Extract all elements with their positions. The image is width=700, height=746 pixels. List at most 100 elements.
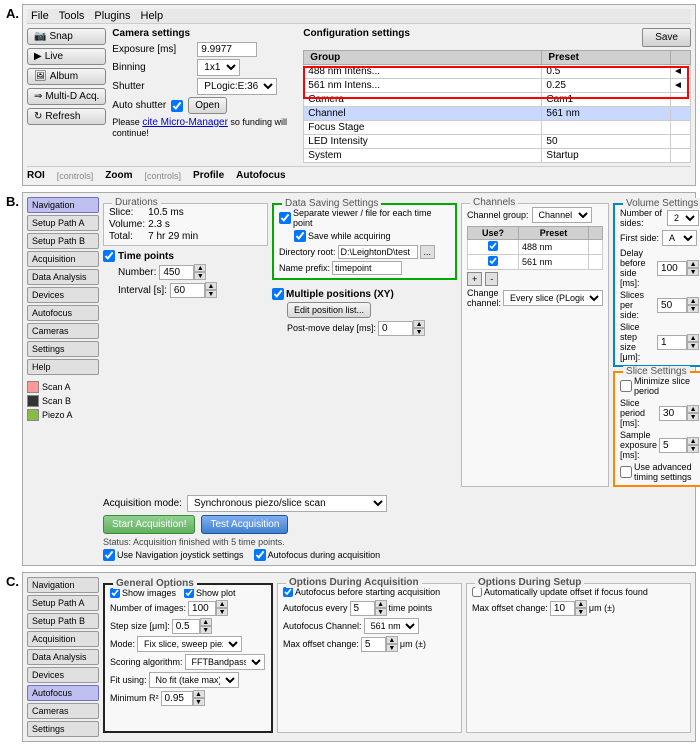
- period-input[interactable]: [659, 406, 687, 421]
- c-nav-data-analysis[interactable]: Data Analysis: [27, 649, 99, 665]
- c-nav-cameras[interactable]: Cameras: [27, 703, 99, 719]
- auto-update-checkbox[interactable]: [472, 587, 482, 597]
- step-size-down[interactable]: ▼: [200, 626, 212, 634]
- num-sides-select[interactable]: 2: [667, 210, 699, 226]
- autofocus-every-input[interactable]: [350, 601, 375, 616]
- acquisition-mode-select[interactable]: Synchronous piezo/slice scan: [187, 495, 387, 512]
- show-plot-checkbox[interactable]: [184, 588, 194, 598]
- interval-input[interactable]: [170, 283, 205, 298]
- time-points-checkbox[interactable]: [103, 250, 115, 262]
- config-row-system[interactable]: System Startup: [304, 149, 691, 163]
- nav-settings[interactable]: Settings: [27, 341, 99, 357]
- num-images-input[interactable]: [188, 601, 216, 616]
- edit-position-button[interactable]: Edit position list...: [287, 302, 371, 318]
- min-r2-input[interactable]: [161, 691, 193, 706]
- snap-button[interactable]: 📷Snap: [27, 28, 106, 45]
- slice-step-up[interactable]: ▲: [687, 334, 699, 342]
- sample-exp-down[interactable]: ▼: [687, 445, 699, 453]
- remove-channel-button[interactable]: -: [485, 272, 498, 286]
- nav-setup-path-b[interactable]: Setup Path B: [27, 233, 99, 249]
- delay-up[interactable]: ▲: [687, 260, 699, 268]
- test-acquisition-button[interactable]: Test Acquisition: [201, 515, 288, 534]
- post-move-up[interactable]: ▲: [413, 320, 425, 328]
- save-button[interactable]: Save: [642, 28, 691, 47]
- post-move-input[interactable]: [378, 321, 413, 336]
- menu-tools[interactable]: Tools: [59, 10, 85, 22]
- min-r2-down[interactable]: ▼: [193, 698, 205, 706]
- browse-button[interactable]: ...: [420, 245, 436, 259]
- c-nav-settings[interactable]: Settings: [27, 721, 99, 737]
- step-size-input[interactable]: [172, 619, 200, 634]
- nav-data-analysis[interactable]: Data Analysis: [27, 269, 99, 285]
- binning-select[interactable]: 1x1: [197, 59, 240, 76]
- slice-step-down[interactable]: ▼: [687, 342, 699, 350]
- change-channel-select[interactable]: Every slice (PLogic): [503, 290, 603, 306]
- slices-input[interactable]: [657, 298, 687, 313]
- autofocus-channel-select[interactable]: 561 nm: [364, 618, 419, 634]
- album-button[interactable]: 🖼Album: [27, 68, 106, 85]
- num-images-up[interactable]: ▲: [216, 600, 228, 608]
- number-up[interactable]: ▲: [194, 264, 206, 272]
- c-nav-navigation[interactable]: Navigation: [27, 577, 99, 593]
- interval-up[interactable]: ▲: [205, 282, 217, 290]
- nav-setup-path-a[interactable]: Setup Path A: [27, 215, 99, 231]
- exposure-input[interactable]: [197, 42, 257, 57]
- delay-down[interactable]: ▼: [687, 268, 699, 276]
- sample-exp-up[interactable]: ▲: [687, 437, 699, 445]
- num-images-down[interactable]: ▼: [216, 608, 228, 616]
- menu-help[interactable]: Help: [141, 10, 164, 22]
- separate-viewer-checkbox[interactable]: [279, 212, 291, 224]
- slice-step-input[interactable]: [657, 335, 687, 350]
- nav-navigation[interactable]: Navigation: [27, 197, 99, 213]
- menu-plugins[interactable]: Plugins: [94, 10, 130, 22]
- config-row-488[interactable]: 488 nm Intens... 0.5 ◄: [304, 65, 691, 79]
- autofocus-acq-checkbox[interactable]: [254, 549, 266, 561]
- cite-link[interactable]: cite Micro-Manager: [142, 117, 228, 128]
- c-nav-acquisition[interactable]: Acquisition: [27, 631, 99, 647]
- name-prefix-input[interactable]: [332, 261, 402, 275]
- nav-help[interactable]: Help: [27, 359, 99, 375]
- acq-max-offset-up[interactable]: ▲: [386, 636, 398, 644]
- config-row-led[interactable]: LED Intensity 50: [304, 135, 691, 149]
- multiple-positions-checkbox[interactable]: [272, 288, 284, 300]
- auto-shutter-checkbox[interactable]: [171, 100, 183, 112]
- setup-max-offset-up[interactable]: ▲: [575, 600, 587, 608]
- config-row-focus[interactable]: Focus Stage: [304, 121, 691, 135]
- step-size-up[interactable]: ▲: [200, 618, 212, 626]
- c-nav-setup-path-b[interactable]: Setup Path B: [27, 613, 99, 629]
- show-images-checkbox[interactable]: [110, 588, 120, 598]
- nav-autofocus[interactable]: Autofocus: [27, 305, 99, 321]
- multi-d-button[interactable]: ⇒Multi-D Acq.: [27, 88, 106, 105]
- mode-select[interactable]: Fix slice, sweep piezo: [137, 636, 242, 652]
- acq-max-offset-down[interactable]: ▼: [386, 644, 398, 652]
- save-acquiring-checkbox[interactable]: [294, 230, 306, 242]
- acq-max-offset-input[interactable]: [361, 637, 386, 652]
- slices-up[interactable]: ▲: [687, 297, 699, 305]
- number-down[interactable]: ▼: [194, 272, 206, 280]
- nav-cameras[interactable]: Cameras: [27, 323, 99, 339]
- open-button[interactable]: Open: [188, 97, 226, 114]
- add-channel-button[interactable]: +: [467, 272, 482, 286]
- config-row-561[interactable]: 561 nm Intens... 0.25 ◄: [304, 79, 691, 93]
- channel-561-checkbox[interactable]: [488, 256, 498, 266]
- shutter-select[interactable]: PLogic:E:36: [197, 78, 277, 95]
- nav-acquisition[interactable]: Acquisition: [27, 251, 99, 267]
- scoring-select[interactable]: FFTBandpass: [185, 654, 265, 670]
- setup-max-offset-down[interactable]: ▼: [575, 608, 587, 616]
- min-r2-up[interactable]: ▲: [193, 690, 205, 698]
- autofocus-every-down[interactable]: ▼: [375, 608, 387, 616]
- nav-devices[interactable]: Devices: [27, 287, 99, 303]
- period-down[interactable]: ▼: [687, 413, 699, 421]
- fit-select[interactable]: No fit (take max): [149, 672, 239, 688]
- period-up[interactable]: ▲: [687, 405, 699, 413]
- refresh-button[interactable]: ↻Refresh: [27, 108, 106, 125]
- setup-max-offset-input[interactable]: [550, 601, 575, 616]
- advanced-timing-checkbox[interactable]: [620, 466, 632, 478]
- c-nav-setup-path-a[interactable]: Setup Path A: [27, 595, 99, 611]
- start-acquisition-button[interactable]: Start Acquisition!: [103, 515, 195, 534]
- config-row-camera[interactable]: Camera Cam1: [304, 93, 691, 107]
- nav-joy-checkbox[interactable]: [103, 549, 115, 561]
- sample-exp-input[interactable]: [659, 438, 687, 453]
- channel-488-checkbox[interactable]: [488, 241, 498, 251]
- interval-down[interactable]: ▼: [205, 290, 217, 298]
